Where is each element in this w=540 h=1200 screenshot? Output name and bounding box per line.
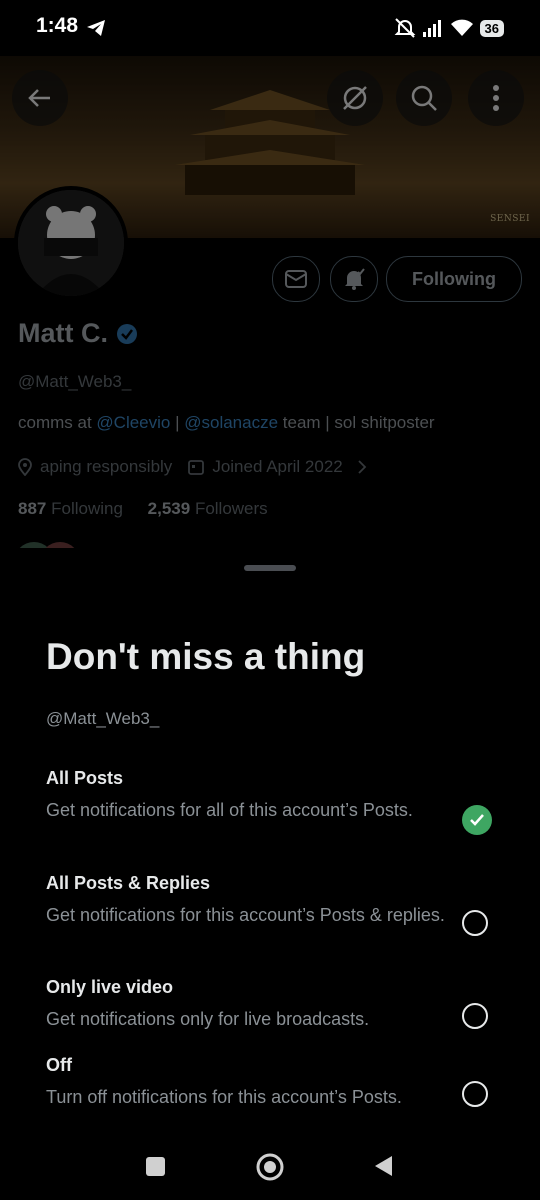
option-description: Get notifications only for live broadcas… [46, 1009, 370, 1029]
status-bar: 1:48 36 [0, 0, 540, 56]
checkmark-icon [470, 814, 484, 826]
option-description: Get notifications for all of this accoun… [46, 800, 413, 820]
option-description: Get notifications for this account’s Pos… [46, 905, 445, 925]
option-title: Only live video [46, 977, 174, 997]
option-title: All Posts & Replies [46, 873, 211, 893]
system-nav-bar [0, 1130, 540, 1200]
signal-icon [422, 20, 441, 37]
sheet-grab-handle[interactable] [244, 565, 296, 571]
radio-unselected[interactable] [462, 1003, 488, 1029]
option-description: Turn off notifications for this account’… [46, 1087, 402, 1107]
recents-button[interactable] [146, 1157, 165, 1176]
sheet-handle: @Matt_Web3_ [46, 709, 160, 728]
wifi-icon [450, 19, 473, 36]
status-icons: 36 [394, 16, 504, 40]
mute-icon [394, 18, 415, 38]
dim-overlay [0, 56, 540, 556]
radio-unselected[interactable] [462, 910, 488, 936]
option-title: All Posts [46, 768, 124, 788]
battery-icon: 36 [479, 19, 504, 37]
radio-selected[interactable] [462, 805, 492, 835]
sheet-title: Don't miss a thing [46, 636, 366, 677]
radio-unselected[interactable] [462, 1081, 488, 1107]
option-title: Off [46, 1055, 72, 1075]
home-button[interactable] [255, 1152, 285, 1182]
clock: 1:48 [36, 14, 79, 37]
back-nav-button[interactable] [372, 1154, 394, 1178]
telegram-icon [87, 20, 105, 36]
